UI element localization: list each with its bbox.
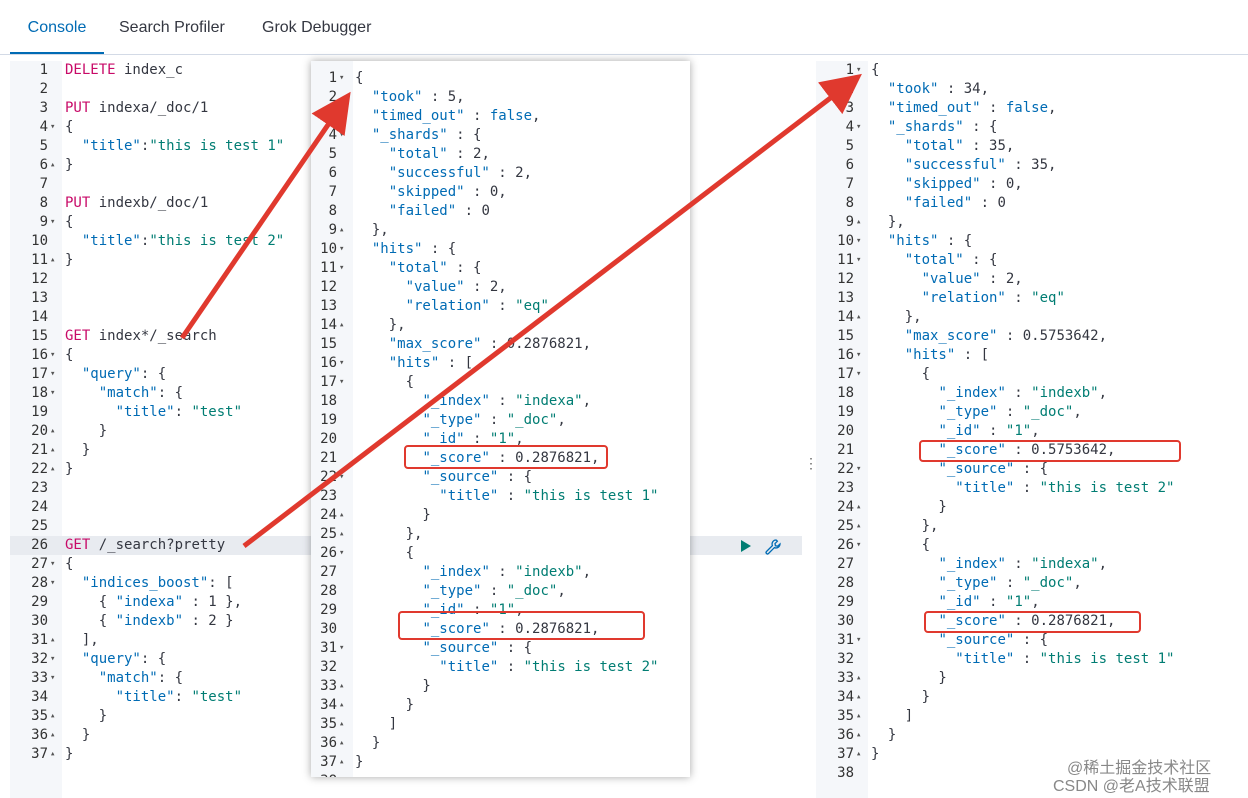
arrow-to-current-response xyxy=(242,73,862,548)
annotation-arrows xyxy=(179,73,862,548)
arrow-to-previous-response xyxy=(179,91,351,340)
watermark-line-2: CSDN @老A技术联盟 xyxy=(1053,778,1210,795)
